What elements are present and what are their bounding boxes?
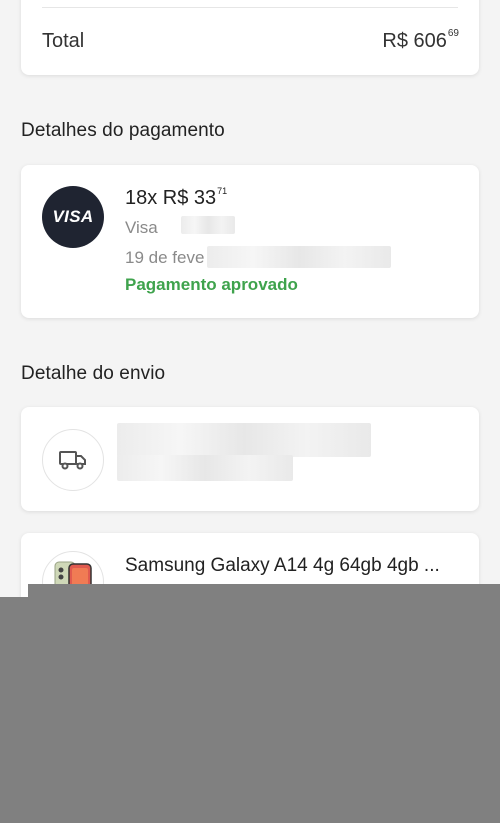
total-amount-value: R$ 606 xyxy=(382,30,447,52)
payment-section-title: Detalhes do pagamento xyxy=(21,120,225,141)
total-label: Total xyxy=(42,30,85,52)
visa-logo-icon: VISA xyxy=(42,186,104,248)
gray-overlay xyxy=(0,597,500,823)
card-number-line: Visa xyxy=(125,218,158,238)
redacted-shipping-info-2 xyxy=(117,455,293,481)
installments-cents: 71 xyxy=(217,186,228,196)
redacted-shipping-info xyxy=(117,423,371,457)
shipping-card[interactable] xyxy=(21,407,479,511)
redacted-card-number xyxy=(181,216,235,234)
total-amount: R$ 60669 xyxy=(382,28,459,53)
product-title: Samsung Galaxy A14 4g 64gb 4gb ... xyxy=(125,555,440,576)
order-total-card: Total R$ 60669 xyxy=(21,0,479,75)
card-brand-label: VISA xyxy=(52,207,94,226)
redacted-date xyxy=(207,246,391,268)
card-brand-text: Visa xyxy=(125,218,158,237)
divider xyxy=(42,7,458,8)
total-amount-cents: 69 xyxy=(447,28,459,39)
payment-date-text: 19 de feve xyxy=(125,248,205,267)
installments-amount: 18x R$ 3371 xyxy=(125,186,228,210)
truck-icon-graphic xyxy=(59,451,86,470)
payment-card[interactable]: VISA 18x R$ 3371 Visa 19 de feve Pagamen… xyxy=(21,165,479,318)
payment-date: 19 de feve xyxy=(125,248,204,268)
truck-icon xyxy=(42,429,104,491)
payment-status: Pagamento aprovado xyxy=(125,275,298,294)
installments-value: 18x R$ 33 xyxy=(125,187,217,209)
shipping-section-title: Detalhe do envio xyxy=(21,363,166,384)
